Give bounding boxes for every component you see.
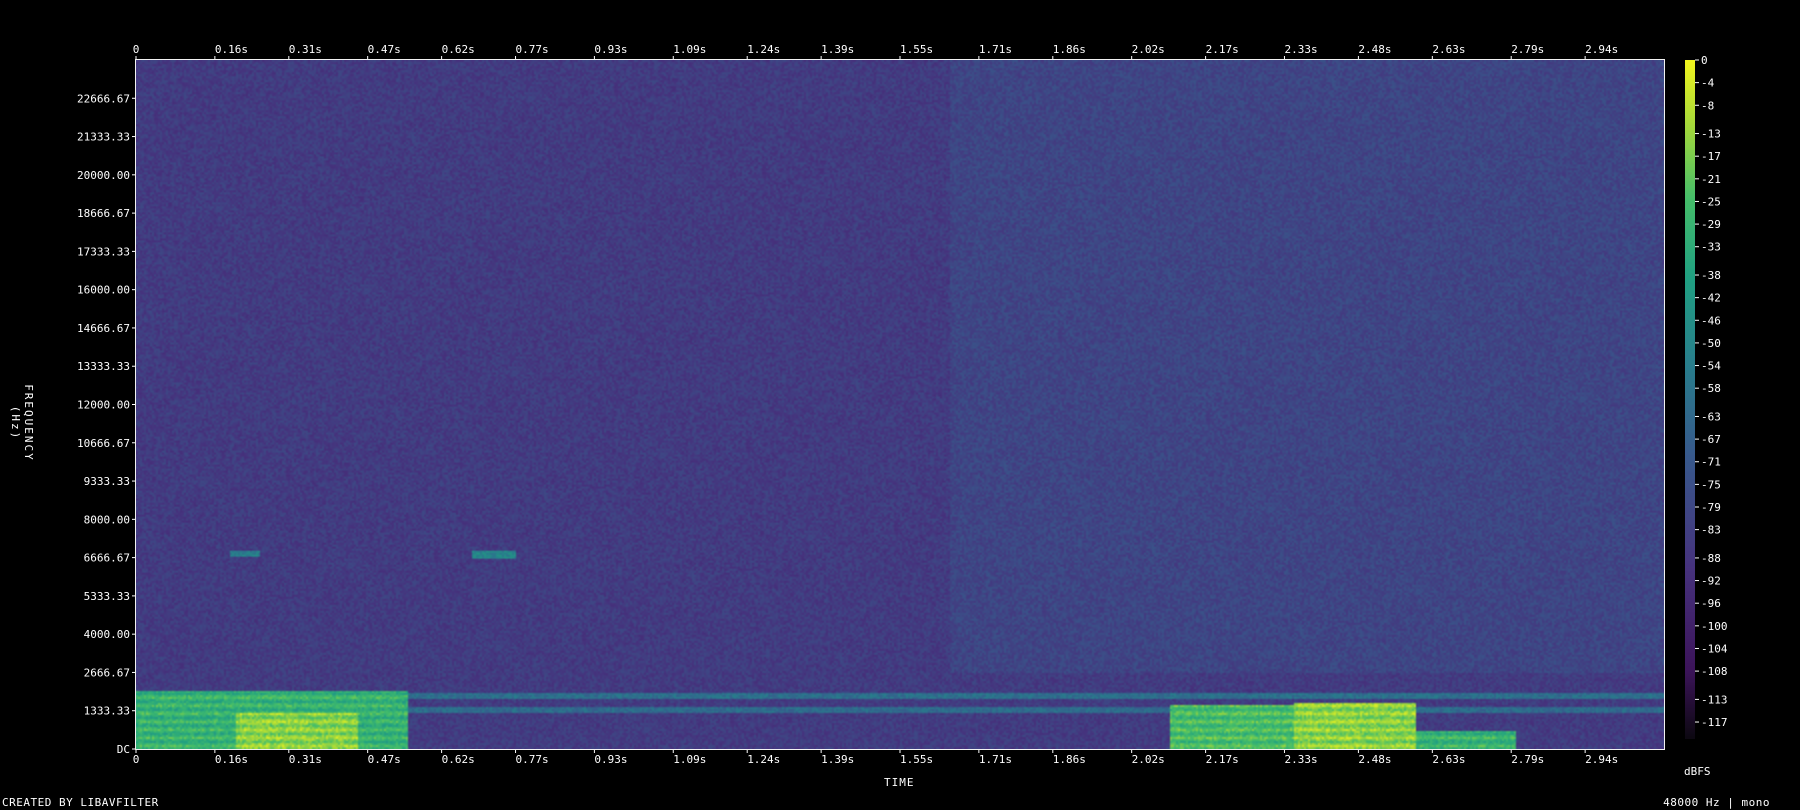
sample-rate-text: 48000 Hz | mono: [1663, 796, 1770, 809]
x-tick-label: 2.63s: [1432, 43, 1465, 56]
x-axis-title: TIME: [884, 776, 915, 789]
colorbar-unit: dBFS: [1684, 765, 1711, 778]
x-tick-label: 1.24s: [747, 753, 780, 766]
colorbar-tick-label: -13: [1701, 128, 1721, 141]
x-tick-label: 1.71s: [979, 753, 1012, 766]
x-tick-label: 0.16s: [215, 753, 248, 766]
spectrogram-plot: [136, 60, 1664, 749]
y-tick-label: 14666.67: [77, 322, 130, 335]
colorbar-tick-label: -104: [1701, 642, 1728, 655]
y-tick-label: 2666.67: [84, 666, 130, 679]
colorbar-tick-label: -42: [1701, 292, 1721, 305]
y-axis-title: FREQUENCY (Hz): [9, 384, 35, 462]
y-tick-label: 21333.33: [77, 131, 130, 144]
x-tick-label: 2.02s: [1132, 43, 1165, 56]
x-tick-label: 1.39s: [821, 753, 854, 766]
x-tick-label: 2.48s: [1358, 43, 1391, 56]
y-tick-label: 4000.00: [84, 628, 130, 641]
colorbar-tick-label: -54: [1701, 360, 1721, 373]
y-tick-label: 8000.00: [84, 513, 130, 526]
x-axis-top: 0 0.16s 0.31s 0.47s 0.62s 0.77s 0.93s 1.09s 1.24…: [133, 43, 1618, 60]
colorbar-tick-label: -88: [1701, 552, 1721, 565]
x-tick-label: 0.77s: [516, 753, 549, 766]
y-tick-label: DC: [117, 743, 130, 756]
x-tick-label: 2.02s: [1132, 753, 1165, 766]
colorbar-tick-label: -29: [1701, 218, 1721, 231]
colorbar-tick-label: -38: [1701, 269, 1721, 282]
x-tick-label: 2.79s: [1511, 753, 1544, 766]
y-axis: DC 1333.33 2666.67 4000.00 5333.33 6666.67 800…: [77, 92, 136, 756]
colorbar-tick-label: -100: [1701, 620, 1728, 633]
colorbar-tick-label: -79: [1701, 501, 1721, 514]
x-tick-label: 0.31s: [289, 43, 322, 56]
x-tick-label: 2.94s: [1585, 753, 1618, 766]
x-tick-label: 2.79s: [1511, 43, 1544, 56]
colorbar-tick-label: 0: [1701, 54, 1708, 67]
colorbar-axis: 0 -4 -8 -13 -17 -21 -25 -29 -33 -38 -42 -46 -50 -54 -5…: [1695, 54, 1728, 729]
colorbar: [1685, 60, 1695, 739]
x-tick-label: 0.47s: [368, 753, 401, 766]
y-tick-label: 20000.00: [77, 169, 130, 182]
y-tick-label: 16000.00: [77, 284, 130, 297]
x-tick-label: 1.55s: [900, 753, 933, 766]
x-tick-label: 2.33s: [1284, 753, 1317, 766]
credit-text: CREATED BY LIBAVFILTER: [2, 796, 159, 809]
colorbar-tick-label: -67: [1701, 433, 1721, 446]
colorbar-tick-label: -33: [1701, 241, 1721, 254]
y-tick-label: 13333.33: [77, 360, 130, 373]
x-tick-label: 0: [133, 753, 140, 766]
x-tick-label: 0.62s: [442, 43, 475, 56]
x-axis-bottom: 0 0.16s 0.31s 0.47s 0.62s 0.77s 0.93s 1.09s 1.24…: [133, 749, 1618, 766]
x-tick-label: 0.77s: [516, 43, 549, 56]
x-tick-label: 2.63s: [1432, 753, 1465, 766]
y-tick-label: 12000.00: [77, 399, 130, 412]
x-tick-label: 1.09s: [673, 43, 706, 56]
x-tick-label: 0.31s: [289, 753, 322, 766]
colorbar-tick-label: -75: [1701, 478, 1721, 491]
y-tick-label: 18666.67: [77, 207, 130, 220]
colorbar-tick-label: -113: [1701, 693, 1728, 706]
x-tick-label: 2.17s: [1206, 43, 1239, 56]
colorbar-tick-label: -58: [1701, 382, 1721, 395]
colorbar-tick-label: -108: [1701, 665, 1728, 678]
x-tick-label: 1.39s: [821, 43, 854, 56]
x-tick-label: 1.86s: [1053, 753, 1086, 766]
y-tick-label: 10666.67: [77, 437, 130, 450]
y-tick-label: 22666.67: [77, 92, 130, 105]
y-tick-label: 5333.33: [84, 590, 130, 603]
y-tick-label: 17333.33: [77, 245, 130, 258]
colorbar-tick-label: -117: [1701, 716, 1728, 729]
x-tick-label: 0.93s: [594, 43, 627, 56]
x-tick-label: 2.33s: [1284, 43, 1317, 56]
x-tick-label: 0.16s: [215, 43, 248, 56]
x-tick-label: 0.62s: [442, 753, 475, 766]
y-tick-label: 9333.33: [84, 475, 130, 488]
x-tick-label: 1.55s: [900, 43, 933, 56]
x-tick-label: 2.48s: [1358, 753, 1391, 766]
x-tick-label: 0.93s: [594, 753, 627, 766]
colorbar-tick-label: -63: [1701, 410, 1721, 423]
y-tick-label: 1333.33: [84, 705, 130, 718]
colorbar-tick-label: -71: [1701, 456, 1721, 469]
colorbar-tick-label: -96: [1701, 597, 1721, 610]
x-tick-label: 2.94s: [1585, 43, 1618, 56]
colorbar-tick-label: -25: [1701, 195, 1721, 208]
x-tick-label: 1.09s: [673, 753, 706, 766]
y-tick-label: 6666.67: [84, 552, 130, 565]
colorbar-tick-label: -4: [1701, 77, 1715, 90]
x-tick-label: 1.86s: [1053, 43, 1086, 56]
colorbar-tick-label: -83: [1701, 524, 1721, 537]
colorbar-tick-label: -92: [1701, 575, 1721, 588]
x-tick-label: 0.47s: [368, 43, 401, 56]
x-tick-label: 1.71s: [979, 43, 1012, 56]
colorbar-tick-label: -21: [1701, 173, 1721, 186]
colorbar-tick-label: -46: [1701, 314, 1721, 327]
x-tick-label: 2.17s: [1206, 753, 1239, 766]
colorbar-tick-label: -17: [1701, 150, 1721, 163]
x-tick-label: 0: [133, 43, 140, 56]
x-tick-label: 1.24s: [747, 43, 780, 56]
colorbar-tick-label: -50: [1701, 337, 1721, 350]
colorbar-tick-label: -8: [1701, 99, 1714, 112]
